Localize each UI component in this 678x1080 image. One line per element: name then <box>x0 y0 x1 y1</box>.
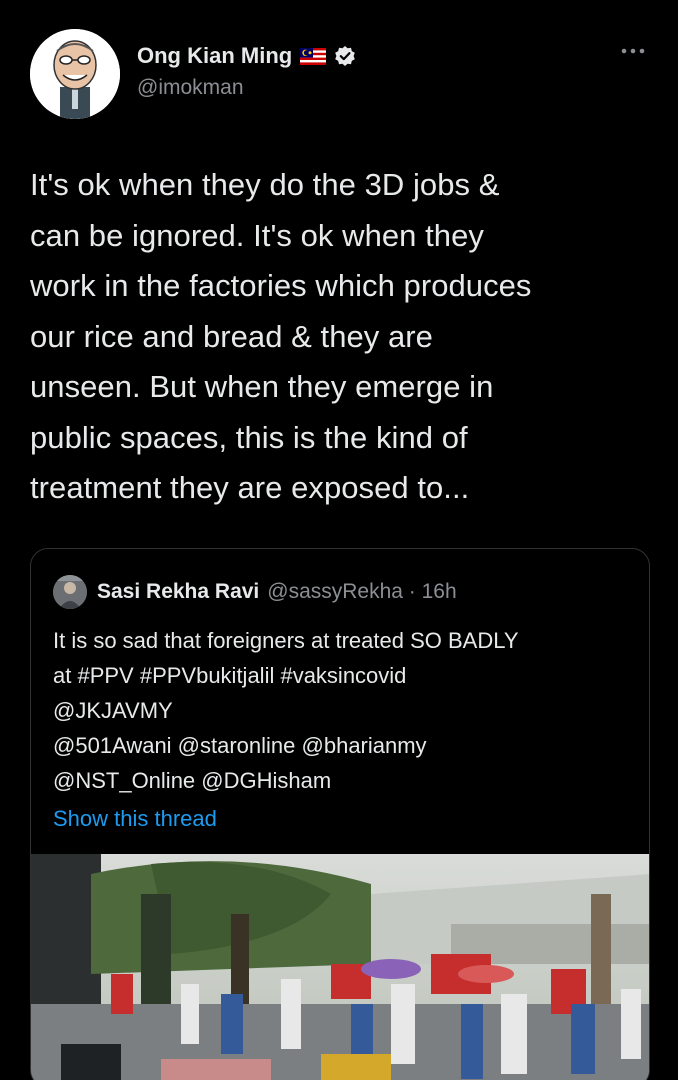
quoted-text-line: at #PPV #PPVbukitjalil #vaksincovid <box>53 663 407 688</box>
quoted-author-avatar[interactable] <box>53 575 87 609</box>
tweet: Ong Kian Ming @imokman It's ok when they… <box>0 0 678 1080</box>
tweet-text-line: our rice and bread & they are <box>30 318 433 354</box>
tweet-text-line: work in the factories which produces <box>30 268 532 303</box>
tweet-text-line: It's ok when they do the 3D jobs & <box>30 167 500 202</box>
quoted-tweet-text: It is so sad that foreigners at treated … <box>53 623 638 798</box>
show-thread-link[interactable]: Show this thread <box>53 806 217 832</box>
tweet-text: It's ok when they do the 3D jobs & can b… <box>30 160 660 514</box>
tweet-text-line: public spaces, this is the kind of <box>30 419 468 455</box>
tweet-text-line: treatment they are exposed to... <box>30 470 470 505</box>
quoted-media-image[interactable] <box>31 854 649 1080</box>
crowd-photo-image <box>31 854 649 1080</box>
quoted-tweet[interactable]: Sasi Rekha Ravi @sassyRekha · 16h It is … <box>30 548 650 1080</box>
author-handle[interactable]: @imokman <box>137 76 356 100</box>
tweet-text-line: unseen. But when they emerge in <box>30 369 494 404</box>
person-avatar-icon <box>53 575 87 609</box>
tweet-text-line: can be ignored. It's ok when they <box>30 217 484 253</box>
author-info: Ong Kian Ming @imokman <box>137 42 356 100</box>
malaysia-flag-icon <box>300 47 327 65</box>
quoted-text-line: @JKJAVMY <box>53 698 173 723</box>
caricature-avatar-icon <box>30 29 120 119</box>
quoted-text-line: @501Awani @staronline @bharianmy <box>53 733 427 758</box>
author-avatar[interactable] <box>30 29 120 119</box>
quoted-text-line: It is so sad that foreigners at treated … <box>53 628 519 653</box>
author-name[interactable]: Ong Kian Ming <box>137 43 292 69</box>
quoted-tweet-header: Sasi Rekha Ravi @sassyRekha · 16h <box>53 575 457 609</box>
verified-badge-icon <box>335 46 356 66</box>
quoted-author-name[interactable]: Sasi Rekha Ravi <box>97 580 259 604</box>
more-options-icon[interactable] <box>620 44 646 58</box>
quoted-text-line: @NST_Online @DGHisham <box>53 768 332 793</box>
quoted-author-handle[interactable]: @sassyRekha · 16h <box>267 580 456 604</box>
